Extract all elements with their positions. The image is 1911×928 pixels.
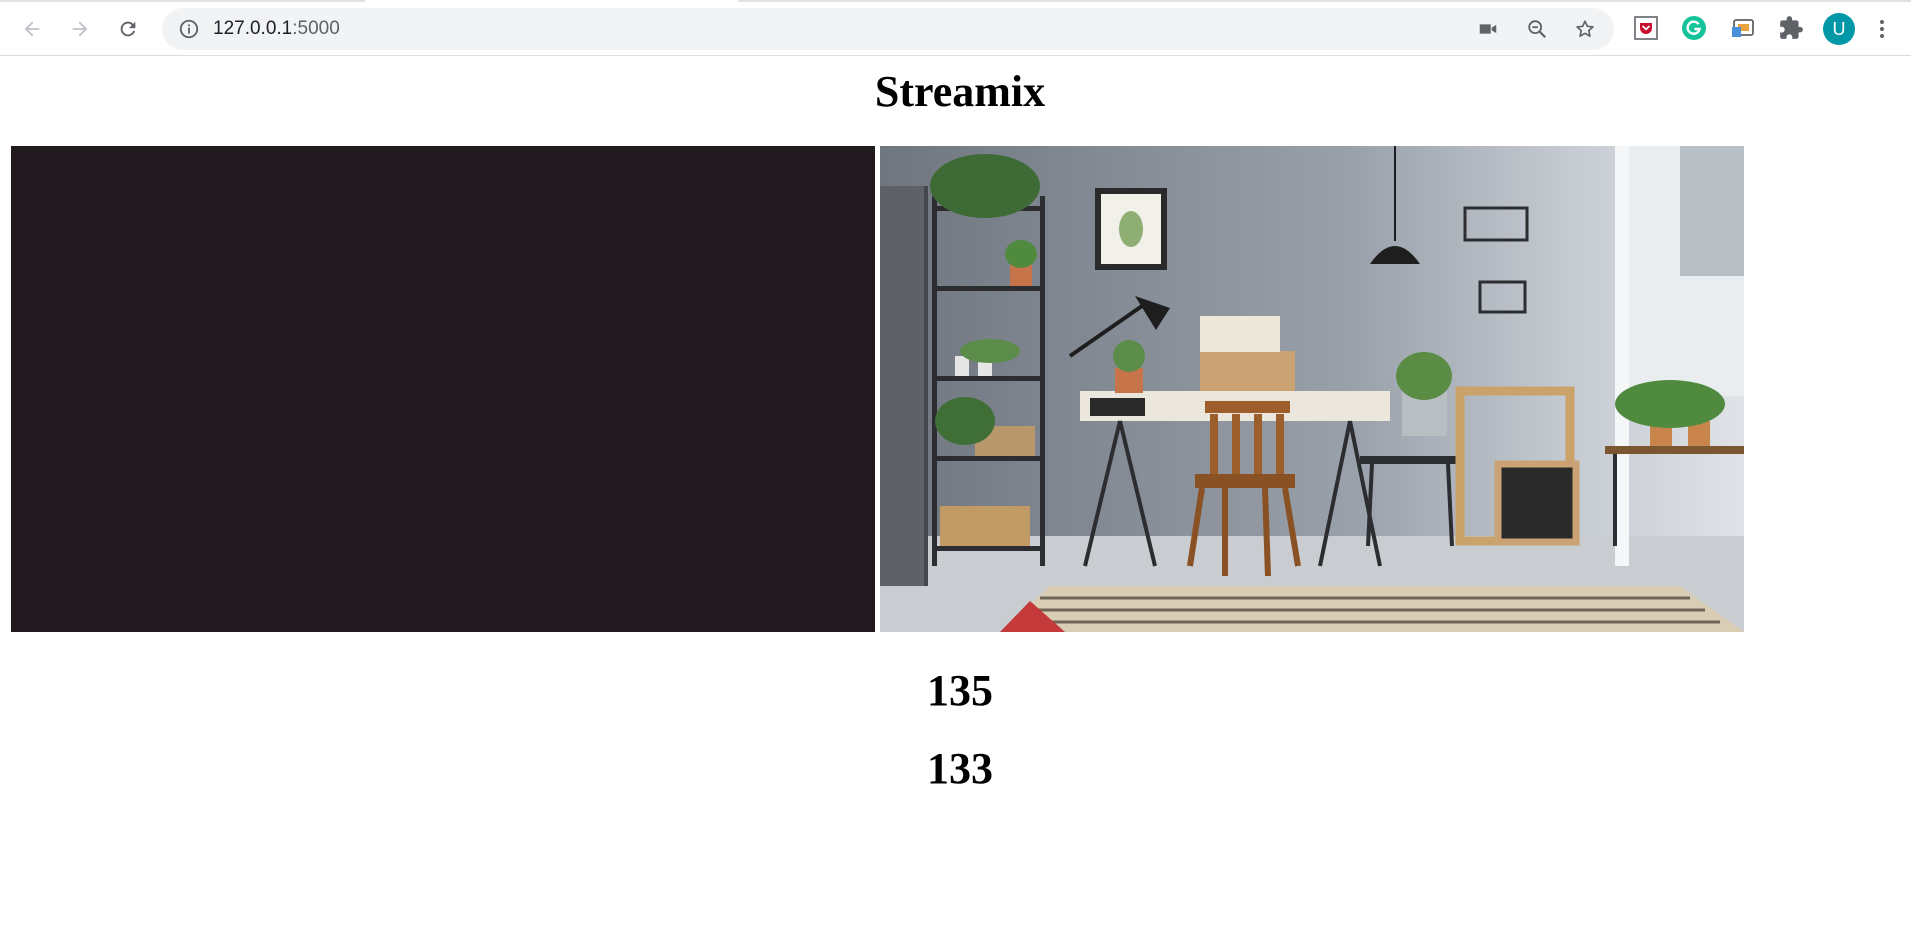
count-value-2: 133 (927, 744, 993, 793)
tab-strip-edge (0, 0, 365, 2)
page-title: Streamix (874, 67, 1046, 116)
address-bar[interactable]: 127.0.0.1:5000 (162, 8, 1614, 50)
tab-strip-edge (738, 0, 1911, 2)
arrow-right-icon (72, 21, 88, 37)
video-thumbnail-dark[interactable] (11, 146, 875, 632)
back-button[interactable] (15, 12, 49, 46)
kebab-menu-icon[interactable] (1876, 17, 1888, 41)
pocket-extension-icon[interactable] (1633, 15, 1659, 41)
cast-extension-icon[interactable] (1730, 15, 1756, 41)
room-photo-thumbnail[interactable] (880, 146, 1744, 632)
star-icon[interactable] (1574, 18, 1596, 40)
puzzle-extensions-icon[interactable] (1778, 15, 1804, 41)
forward-button[interactable] (63, 12, 97, 46)
profile-avatar[interactable]: U (1823, 13, 1855, 45)
camera-icon[interactable] (1477, 18, 1499, 40)
url-host: 127.0.0.1 (213, 18, 293, 39)
browser-toolbar: 127.0.0.1:5000 U (0, 0, 1911, 56)
reload-icon (120, 21, 136, 37)
site-info-icon[interactable] (178, 18, 200, 40)
home-office-illustration (880, 146, 1744, 632)
count-value-1: 135 (927, 666, 993, 715)
url-text[interactable]: 127.0.0.1:5000 (213, 18, 340, 40)
arrow-left-icon (24, 21, 40, 37)
zoom-out-icon[interactable] (1526, 18, 1548, 40)
reload-button[interactable] (111, 12, 145, 46)
grammarly-extension-icon[interactable] (1681, 15, 1707, 41)
url-port: :5000 (292, 18, 340, 39)
